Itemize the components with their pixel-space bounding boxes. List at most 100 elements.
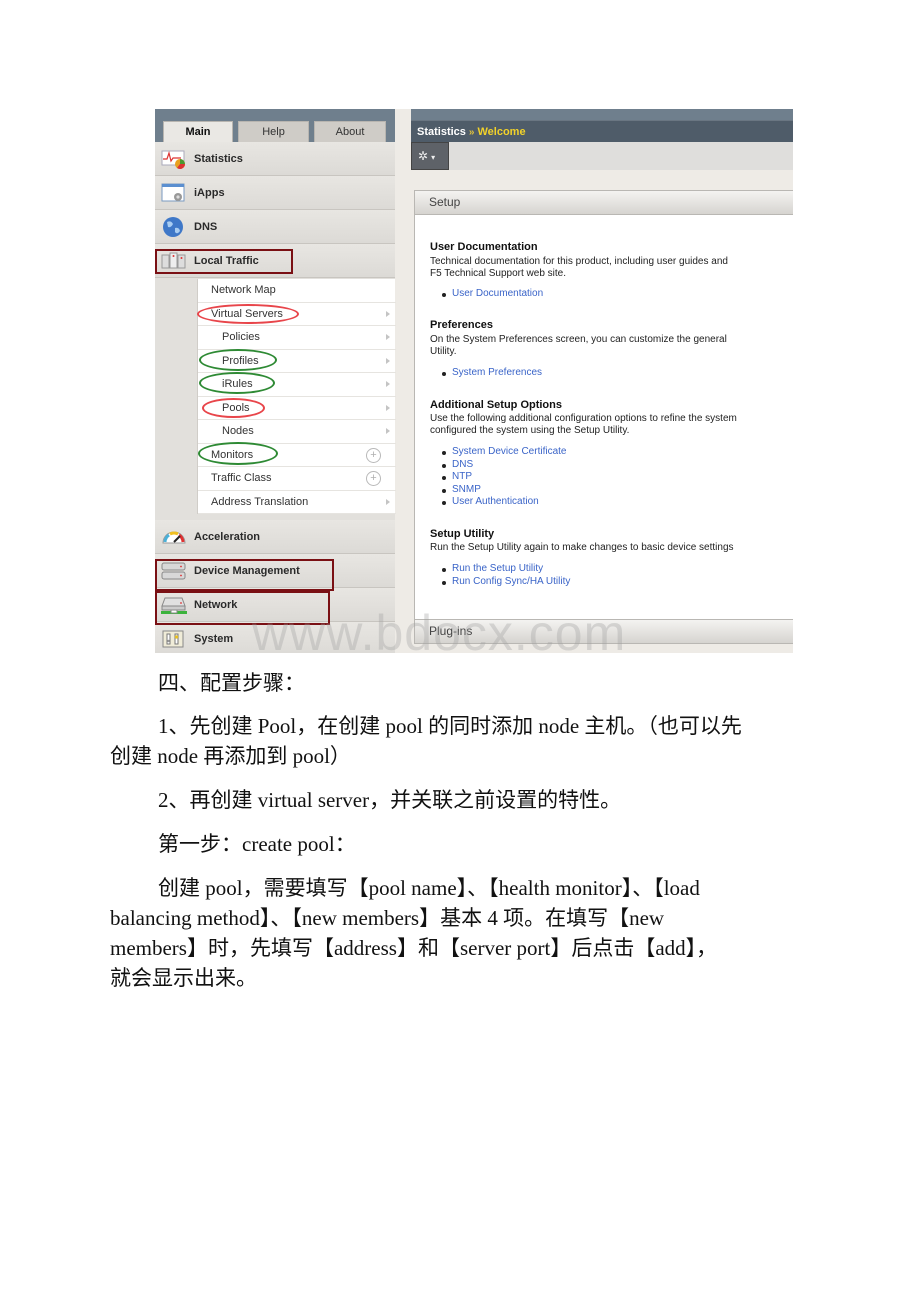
section-links: Run the Setup Utility Run Config Sync/HA… — [442, 563, 570, 588]
dns-link[interactable]: DNS — [452, 459, 473, 470]
submenu-item-pools[interactable]: Pools — [198, 397, 396, 420]
chevron-right-icon[interactable] — [386, 498, 390, 505]
paragraph-line: members】时，先填写【address】和【server port】后点击【… — [110, 936, 718, 960]
setup-panel-header[interactable]: Setup — [414, 190, 793, 215]
nav-item-system[interactable]: System — [155, 622, 395, 653]
nav-item-label: Local Traffic — [194, 254, 259, 267]
run-config-sync-link[interactable]: Run Config Sync/HA Utility — [452, 576, 570, 587]
section-text-line: Run the Setup Utility again to make chan… — [430, 542, 734, 553]
list-item: DNS — [442, 459, 566, 472]
submenu-item-label: Pools — [222, 401, 250, 414]
submenu-item-network-map[interactable]: Network Map — [198, 279, 396, 303]
submenu-item-label: Traffic Class — [211, 472, 272, 484]
submenu-item-label: Virtual Servers — [211, 307, 283, 320]
nav-item-statistics[interactable]: Statistics — [155, 142, 395, 176]
gear-icon: ✲ — [418, 149, 429, 163]
settings-menu-button[interactable]: ✲ ▾ — [411, 142, 449, 170]
submenu-item-label: Nodes — [222, 425, 254, 437]
nav-item-label: Device Management — [194, 564, 300, 577]
paragraph-line: 2、再创建 virtual server，并关联之前设置的特性。 — [158, 788, 622, 812]
nav-item-label: DNS — [194, 220, 218, 233]
breadcrumb-current: Welcome — [477, 126, 526, 138]
tab-main[interactable]: Main — [163, 121, 233, 142]
submenu-item-profiles[interactable]: Profiles — [198, 350, 396, 373]
network-device-icon — [161, 594, 187, 616]
section-text-line: Use the following additional configurati… — [430, 413, 737, 424]
nav-item-label: Acceleration — [194, 530, 261, 543]
nav-item-device-management[interactable]: Device Management — [155, 554, 395, 588]
section-title: Additional Setup Options — [430, 399, 562, 411]
list-item: System Device Certificate — [442, 446, 566, 459]
breadcrumb-parent[interactable]: Statistics — [417, 126, 466, 138]
nav-item-network[interactable]: Network — [155, 588, 395, 622]
add-plus-icon[interactable]: + — [366, 447, 381, 463]
ntp-link[interactable]: NTP — [452, 471, 472, 482]
run-setup-utility-link[interactable]: Run the Setup Utility — [452, 563, 543, 574]
snmp-link[interactable]: SNMP — [452, 484, 481, 495]
section-text: On the System Preferences screen, you ca… — [430, 334, 727, 357]
section-text: Run the Setup Utility again to make chan… — [430, 542, 734, 554]
chevron-right-icon[interactable] — [386, 404, 390, 411]
doc-step-2: 2、再创建 virtual server，并关联之前设置的特性。 — [110, 785, 810, 815]
f5-screenshot: Main Help About Statistics iApps DNS Loc — [155, 109, 793, 653]
add-plus-icon[interactable]: + — [366, 471, 381, 486]
section-text-line: F5 Technical Support web site. — [430, 267, 567, 279]
section-text-line: Technical documentation for this product… — [430, 256, 728, 267]
nav-item-label: System — [194, 632, 234, 645]
section-text-line: Utility. — [430, 345, 457, 357]
main-content: Statistics» Welcome ✲ ▾ Setup User Documen… — [411, 109, 793, 653]
submenu-item-address-translation[interactable]: Address Translation — [198, 491, 396, 514]
section-links: System Device Certificate DNS NTP SNMP U… — [442, 446, 566, 509]
statistics-chart-icon — [161, 148, 187, 170]
servers-icon — [161, 250, 187, 272]
user-documentation-link[interactable]: User Documentation — [452, 288, 543, 299]
submenu-item-label: iRules — [222, 378, 253, 390]
nav-item-acceleration[interactable]: Acceleration — [155, 520, 395, 554]
nav-item-local-traffic[interactable]: Local Traffic — [155, 244, 395, 278]
doc-heading: 四、配置步骤： — [110, 668, 810, 698]
nav-item-label: Statistics — [194, 152, 243, 165]
list-item: NTP — [442, 471, 566, 484]
chevron-right-icon[interactable] — [386, 357, 390, 364]
tab-help[interactable]: Help — [238, 121, 309, 142]
chevron-right-icon[interactable] — [386, 334, 390, 340]
system-device-certificate-link[interactable]: System Device Certificate — [452, 446, 566, 457]
nav-item-iapps[interactable]: iApps — [155, 176, 395, 210]
paragraph-line: balancing method】、【new members】基本 4 项。在填… — [110, 906, 665, 930]
globe-icon — [161, 216, 187, 238]
submenu-item-monitors[interactable]: Monitors + — [198, 444, 396, 467]
breadcrumb-separator: » — [468, 127, 475, 138]
setup-panel-body: User Documentation Technical documentati… — [414, 215, 793, 619]
paragraph-line: 就会显示出来。 — [110, 966, 257, 990]
heading-text: 四、配置步骤： — [158, 671, 305, 695]
chevron-right-icon[interactable] — [386, 381, 390, 387]
system-switch-icon — [161, 628, 187, 650]
submenu-item-traffic-class[interactable]: Traffic Class + — [198, 467, 396, 491]
system-preferences-link[interactable]: System Preferences — [452, 367, 542, 378]
submenu-item-irules[interactable]: iRules — [198, 373, 396, 397]
submenu-item-label: Network Map — [211, 284, 276, 296]
section-title: Preferences — [430, 319, 493, 331]
list-item: User Documentation — [442, 288, 543, 301]
plugins-panel-header[interactable]: Plug-ins — [414, 619, 793, 644]
submenu-item-nodes[interactable]: Nodes — [198, 420, 396, 444]
breadcrumb: Statistics» Welcome — [411, 120, 793, 142]
device-stack-icon — [161, 560, 187, 582]
submenu-item-label: Address Translation — [211, 495, 309, 508]
doc-first-step: 第一步：create pool： — [110, 829, 810, 859]
submenu-item-label: Policies — [222, 331, 260, 343]
submenu-item-label: Monitors — [211, 448, 254, 461]
submenu-item-policies[interactable]: Policies — [198, 326, 396, 350]
submenu-item-virtual-servers[interactable]: Virtual Servers — [198, 303, 396, 326]
chevron-right-icon[interactable] — [386, 310, 390, 317]
nav-item-dns[interactable]: DNS — [155, 210, 395, 244]
doc-step-1: 1、先创建 Pool，在创建 pool 的同时添加 node 主机。（也可以先 … — [110, 711, 810, 771]
section-text: Use the following additional configurati… — [430, 413, 737, 436]
tab-about[interactable]: About — [314, 121, 386, 142]
list-item: Run the Setup Utility — [442, 563, 570, 576]
chevron-right-icon[interactable] — [386, 428, 390, 434]
doc-create-pool-paragraph: 创建 pool，需要填写【pool name】、【health monitor】… — [110, 873, 810, 993]
list-item: Run Config Sync/HA Utility — [442, 576, 570, 589]
user-authentication-link[interactable]: User Authentication — [452, 496, 539, 507]
section-text-line: On the System Preferences screen, you ca… — [430, 334, 727, 345]
